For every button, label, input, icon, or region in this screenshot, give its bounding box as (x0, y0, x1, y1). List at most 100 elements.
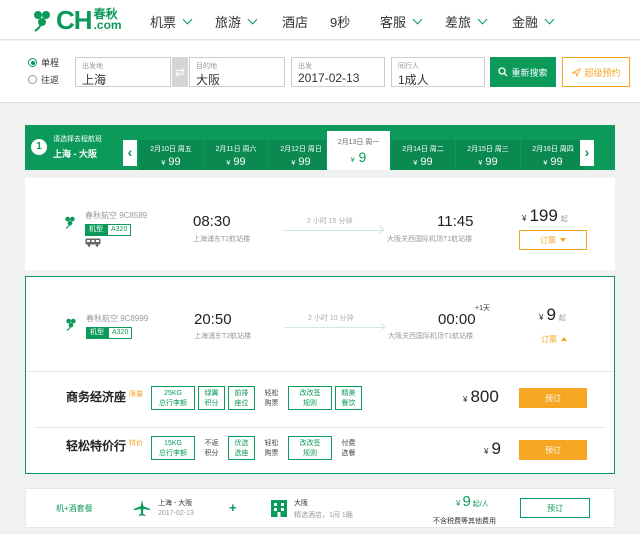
radio[interactable] (28, 75, 37, 84)
date-tab-price: ¥ 99 (291, 156, 311, 168)
nav-item-flights[interactable]: 机票 (150, 12, 193, 31)
aircraft-type-badge[interactable]: 机型 A320 (86, 327, 133, 339)
nav-item-travel[interactable]: 旅游 (215, 12, 258, 31)
radio-selected[interactable] (28, 58, 37, 67)
cabin-feature-tag: 15KG 总行李额 (151, 436, 195, 460)
cabin-feature-tag: 精美 餐饮 (335, 386, 362, 410)
nav-item-hotel[interactable]: 酒店 (282, 12, 308, 31)
trip-round[interactable]: 往返 (28, 73, 59, 86)
package-hotel-sub: 精选酒店，1间 1晚 (294, 512, 353, 519)
book-cabin-button[interactable]: 预订 (519, 440, 587, 460)
book-package-button[interactable]: 预订 (520, 498, 590, 518)
next-date-button[interactable]: › (580, 140, 594, 166)
cabin-feature-tag: 改改签 规则 (288, 436, 332, 460)
top-nav: CH 春秋 .com 机票 旅游 酒店 9秒 客服 差旅 金融 (0, 0, 640, 40)
plus-icon: + (229, 500, 237, 515)
flight-hotel-package: 机+酒套餐 上海 - 大阪 2017-02-13 + 大阪 精选酒店，1间 1晚… (25, 488, 615, 528)
cabin-feature-tag: 绿翼 积分 (198, 386, 225, 410)
date-tab-date: 2月16日 周四 (532, 146, 574, 153)
search-bar: 单程 往返 出发地 上海 ⇄ 目的地 大阪 出发 2017-02-13 同行人 … (0, 41, 640, 103)
search-icon (498, 67, 508, 77)
arrival-time: 00:00 (438, 311, 476, 328)
chevron-down-icon (247, 14, 258, 24)
bus-icon (85, 238, 101, 247)
departure-time: 08:30 (193, 213, 231, 230)
date-tab-price: ¥ 99 (543, 156, 563, 168)
departure-time: 20:50 (194, 311, 232, 328)
chevron-down-icon (544, 14, 555, 24)
departure-airport: 上海浦东T2航站楼 (194, 333, 252, 340)
collapse-flight-button[interactable]: 订票 (520, 329, 588, 349)
cabin-name: 商务经济座 限量 (66, 390, 144, 404)
cabin-name: 轻松特价行 特价 (66, 439, 144, 453)
aircraft-type-badge[interactable]: 机型 A320 (85, 224, 132, 236)
package-price: ¥9 起/人 (456, 493, 489, 510)
package-note: 不含税费等其他费用 (433, 518, 496, 525)
date-tab[interactable]: 2月11日 周六 ¥ 99 (204, 140, 269, 170)
date-tab-date: 2月14日 周二 (402, 146, 444, 153)
date-tab[interactable]: 2月16日 周四 ¥ 99 (521, 140, 586, 170)
date-tab[interactable]: 2月13日 周一 ¥ 9 (326, 130, 391, 170)
airline-logo-icon (65, 216, 75, 229)
flight-duration: 2 小时 10 分钟 (308, 315, 354, 322)
date-field[interactable]: 出发 2017-02-13 (291, 57, 385, 87)
flight-line (283, 230, 383, 231)
divider (36, 427, 604, 428)
chevron-down-icon (477, 14, 488, 24)
book-cabin-button[interactable]: 预订 (519, 388, 587, 408)
cabin-feature-tag: 前排 座位 (228, 386, 255, 410)
flight-card-2: 春秋航空 9C8999 机型 A320 20:50 上海浦东T2航站楼 2 小时 … (25, 276, 615, 474)
from-field[interactable]: 出发地 上海 (75, 57, 171, 87)
nav-item-business[interactable]: 差旅 (445, 12, 488, 31)
logo-cn: 春秋 .com (93, 7, 122, 32)
caret-down-icon (560, 238, 566, 242)
airline-logo-icon (66, 318, 76, 331)
cabin-feature-tag: 轻松 购票 (264, 390, 279, 407)
date-tab-date: 2月10日 周五 (150, 146, 192, 153)
book-flight-button[interactable]: 订票 (519, 230, 587, 250)
spring-logo-icon (34, 11, 50, 32)
date-selector: 1 请选择去程航班 上海 - 大阪 ‹ 2月10日 周五 ¥ 99 2月11日 周六… (25, 125, 615, 170)
hotel-icon (271, 500, 287, 517)
chevron-down-icon (412, 14, 423, 24)
flight-price: ¥9 起 (539, 305, 566, 324)
date-tab-date: 2月13日 周一 (337, 139, 380, 146)
super-booking-button[interactable]: 超级预约 (562, 57, 630, 87)
package-date: 2017-02-13 (158, 510, 194, 517)
date-tab[interactable]: 2月14日 周二 ¥ 99 (391, 140, 456, 170)
airplane-icon (133, 499, 151, 517)
nav-item-service[interactable]: 客服 (380, 12, 423, 31)
chevron-down-icon (182, 14, 193, 24)
date-tab-price: ¥ 99 (413, 156, 433, 168)
search-button[interactable]: 重新搜索 (490, 57, 556, 87)
airline-flight-no: 春秋航空 9C8589 (85, 211, 148, 220)
logo[interactable]: CH 春秋 .com (30, 5, 122, 35)
cabin-feature-tag: 不返 积分 (204, 440, 219, 457)
date-tab[interactable]: 2月12日 周日 ¥ 99 (269, 140, 334, 170)
date-tab-price: ¥ 99 (161, 156, 181, 168)
departure-airport: 上海浦东T2航站楼 (193, 236, 251, 243)
flight-card-1: 春秋航空 9C8589 机型 A320 08:30 上海浦东T2航站楼 2 小时 … (25, 178, 615, 270)
nav-item-finance[interactable]: 金融 (512, 12, 555, 31)
date-tab-price: ¥ 99 (226, 156, 246, 168)
arrival-time: 11:45 (437, 213, 474, 230)
nav-item-9sec[interactable]: 9秒 (330, 12, 350, 31)
step-number: 1 (31, 139, 47, 155)
to-field[interactable]: 目的地 大阪 (189, 57, 285, 87)
date-tab-price: ¥ 99 (478, 156, 498, 168)
trip-one-way[interactable]: 单程 (28, 56, 59, 69)
cabin-price: ¥9 (484, 439, 501, 458)
arrival-airport: 大阪关西国际机场T1航站楼 (388, 333, 474, 340)
arrival-airport: 大阪关西国际机场T1航站楼 (387, 236, 473, 243)
passenger-field[interactable]: 同行人 1成人 (391, 57, 485, 87)
date-tab-date: 2月15日 周三 (467, 146, 509, 153)
flight-price: ¥199 起 (522, 206, 568, 225)
flight-duration: 2 小时 15 分钟 (307, 218, 353, 225)
swap-icon[interactable]: ⇄ (172, 57, 188, 87)
date-tab-date: 2月12日 周日 (280, 146, 322, 153)
plane-icon (572, 68, 582, 77)
date-tab[interactable]: 2月15日 周三 ¥ 99 (456, 140, 521, 170)
step-text: 请选择去程航班 上海 - 大阪 (53, 136, 102, 159)
date-tab[interactable]: 2月10日 周五 ¥ 99 (139, 140, 204, 170)
prev-date-button[interactable]: ‹ (123, 140, 137, 166)
